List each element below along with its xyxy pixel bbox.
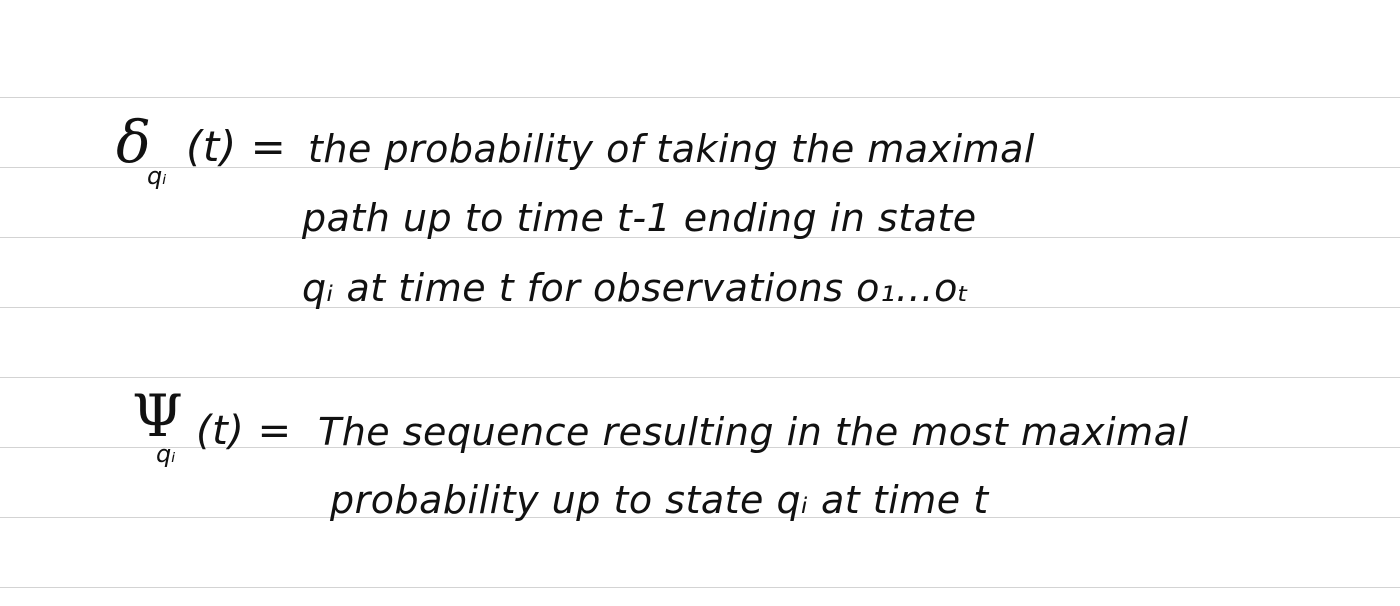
psi-subscript: qᵢ (156, 440, 176, 468)
delta-argument: (t) = (186, 122, 287, 171)
delta-line-3: qᵢ at time t for observations o₁…oₜ (302, 266, 970, 310)
psi-argument: (t) = (196, 408, 292, 454)
notebook-page: δ qᵢ (t) = the probability of taking the… (0, 0, 1400, 606)
delta-subscript: qᵢ (147, 162, 167, 190)
delta-line-2: path up to time t-1 ending in state (302, 196, 977, 240)
delta-line-1: the probability of taking the maximal (308, 127, 1035, 171)
psi-line-2: probability up to state qᵢ at time t (330, 478, 989, 522)
psi-line-1: The sequence resulting in the most maxim… (318, 410, 1189, 454)
delta-symbol: δ (116, 108, 151, 176)
ruled-line (0, 587, 1400, 588)
ruled-line (0, 377, 1400, 378)
ruled-line (0, 97, 1400, 98)
